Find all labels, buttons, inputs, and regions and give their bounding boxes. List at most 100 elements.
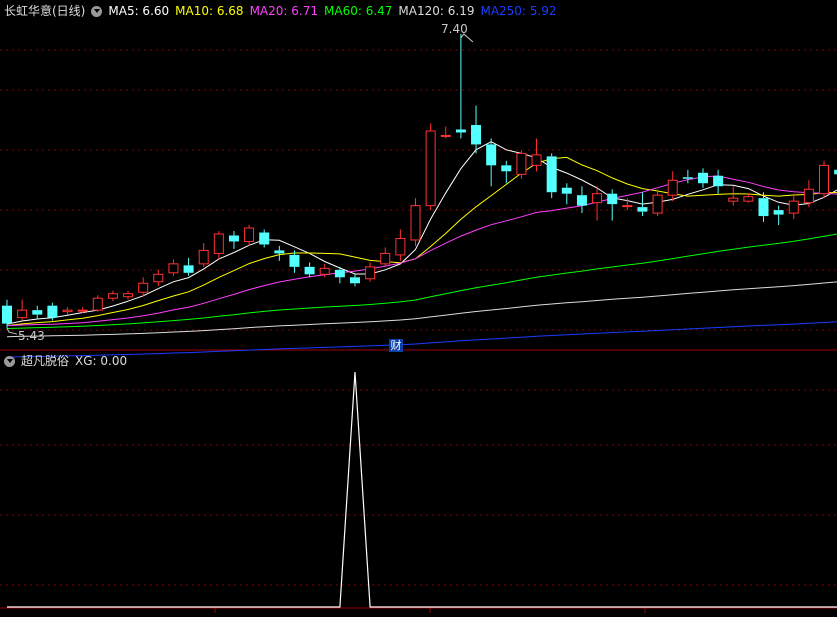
- candle-body: [531, 154, 542, 166]
- candle-body: [395, 237, 406, 256]
- indicator-title: 超凡脱俗: [21, 354, 70, 368]
- financial-report-badge[interactable]: 财: [389, 339, 403, 352]
- ma250-line: [6, 321, 837, 358]
- up-candle: [17, 299, 28, 321]
- up-candle: [107, 290, 118, 302]
- up-candle: [123, 290, 134, 300]
- candle-body: [365, 266, 376, 280]
- candle-body: [138, 282, 149, 293]
- ma10-legend: MA10: 6.68: [175, 4, 244, 18]
- candle-body: [77, 309, 88, 312]
- down-candle: [259, 229, 270, 248]
- ma250-legend: MA250: 5.92: [480, 4, 557, 18]
- up-candle: [395, 229, 406, 261]
- candle-body: [440, 134, 451, 137]
- candle-body: [183, 265, 194, 273]
- candle-body: [123, 293, 134, 298]
- up-candle: [244, 225, 255, 246]
- ma20-line: [6, 175, 837, 327]
- candle-body: [17, 309, 28, 319]
- candle-body: [32, 310, 43, 315]
- high-price-label: 7.40: [441, 22, 468, 36]
- indicator-header: 超凡脱俗 XG: 0.00: [4, 353, 133, 369]
- down-candle: [501, 160, 512, 184]
- candle-body: [486, 144, 497, 166]
- down-candle: [576, 186, 587, 214]
- up-candle: [62, 307, 73, 315]
- down-candle: [561, 183, 572, 205]
- up-candle: [410, 198, 421, 246]
- candle-body: [576, 195, 587, 206]
- dropdown-icon[interactable]: [4, 355, 15, 367]
- down-candle: [682, 169, 693, 184]
- down-candle: [228, 231, 239, 249]
- candle-body: [92, 297, 103, 311]
- candle-body: [682, 177, 693, 179]
- candle-body: [107, 293, 118, 299]
- xg-signal-line: [7, 371, 837, 608]
- candle-body: [819, 164, 830, 195]
- down-candle: [304, 262, 315, 278]
- up-candle: [516, 150, 527, 179]
- up-candle: [380, 247, 391, 267]
- moving-average-lines: [6, 141, 837, 358]
- up-candle: [213, 231, 224, 260]
- candle-body: [228, 235, 239, 242]
- down-candle: [697, 168, 708, 188]
- up-candle: [531, 138, 542, 172]
- candle-body: [652, 194, 663, 214]
- high-low-markers: [6, 33, 474, 335]
- candle-body: [334, 269, 345, 278]
- down-candle: [471, 105, 482, 154]
- panel-borders: [0, 349, 837, 613]
- down-candle: [607, 189, 618, 221]
- candle-body: [803, 188, 814, 204]
- up-candle: [92, 295, 103, 312]
- up-candle: [743, 193, 754, 203]
- candle-body: [561, 187, 572, 194]
- down-candle: [758, 192, 769, 223]
- up-candle: [652, 189, 663, 217]
- candle-body: [319, 267, 330, 275]
- candle-body: [2, 305, 12, 324]
- candle-body: [168, 263, 179, 274]
- ma60-legend: MA60: 6.47: [324, 4, 393, 18]
- down-candle: [32, 305, 43, 320]
- candle-body: [198, 249, 209, 265]
- up-candle: [365, 262, 376, 282]
- stock-chart: [0, 33, 837, 613]
- down-candle: [349, 274, 360, 287]
- up-candle: [788, 193, 799, 220]
- ma120-legend: MA120: 6.19: [398, 4, 475, 18]
- up-candle: [803, 180, 814, 208]
- candle-body: [244, 227, 255, 242]
- up-candle: [440, 126, 451, 139]
- candle-body: [501, 165, 512, 172]
- candle-body: [773, 210, 784, 215]
- candle-body: [213, 233, 224, 254]
- candle-body: [274, 250, 285, 254]
- ma20-legend: MA20: 6.71: [249, 4, 318, 18]
- down-candle: [274, 245, 285, 261]
- candle-body: [788, 200, 799, 214]
- candle-body: [592, 193, 603, 204]
- candle-body: [259, 232, 270, 245]
- candle-body: [380, 252, 391, 265]
- candle-body: [743, 196, 754, 202]
- candle-body: [304, 266, 315, 275]
- xg-value: XG: 0.00: [75, 354, 128, 368]
- candle-body: [546, 156, 557, 193]
- up-candle: [198, 242, 209, 267]
- down-candle: [183, 257, 194, 276]
- price-gridlines: [0, 49, 837, 586]
- candle-body: [713, 175, 724, 187]
- candle-body: [349, 277, 360, 284]
- up-candle: [592, 186, 603, 221]
- up-candle: [728, 186, 739, 206]
- candle-body: [697, 172, 708, 184]
- candle-body: [425, 130, 436, 207]
- candle-body: [607, 193, 618, 205]
- up-candle: [425, 123, 436, 211]
- dropdown-icon[interactable]: [91, 5, 103, 17]
- down-candle: [486, 138, 497, 187]
